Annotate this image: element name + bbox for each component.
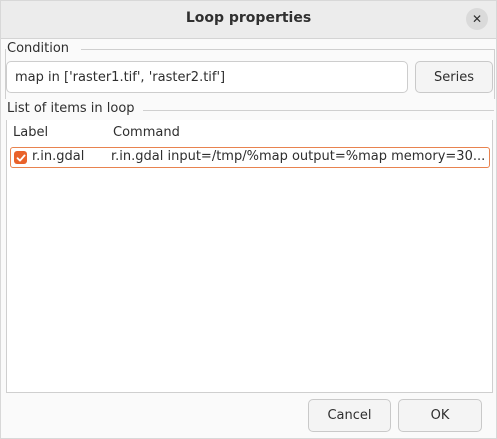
items-group-label: List of items in loop bbox=[7, 101, 139, 116]
item-label: r.in.gdal bbox=[32, 149, 85, 164]
list-item[interactable]: r.in.gdal r.in.gdal input=/tmp/%map outp… bbox=[10, 147, 490, 168]
column-header-label: Label bbox=[13, 125, 49, 140]
close-button[interactable]: ✕ bbox=[466, 8, 488, 30]
series-button[interactable]: Series bbox=[415, 61, 493, 93]
item-checkbox[interactable] bbox=[14, 151, 27, 164]
column-header-command: Command bbox=[113, 125, 180, 140]
ok-button[interactable]: OK bbox=[398, 399, 482, 432]
title-bar: Loop properties ✕ bbox=[1, 1, 496, 39]
items-group-rule bbox=[143, 110, 494, 111]
loop-items-list[interactable]: Label Command r.in.gdal r.in.gdal input=… bbox=[6, 120, 493, 393]
dialog-title: Loop properties bbox=[185, 10, 312, 26]
close-icon: ✕ bbox=[471, 12, 483, 26]
loop-properties-dialog: Loop properties ✕ Condition Series List … bbox=[0, 0, 497, 439]
check-icon bbox=[16, 154, 25, 161]
condition-input[interactable] bbox=[6, 61, 408, 93]
item-command: r.in.gdal input=/tmp/%map output=%map me… bbox=[111, 149, 486, 164]
cancel-button[interactable]: Cancel bbox=[308, 399, 391, 432]
